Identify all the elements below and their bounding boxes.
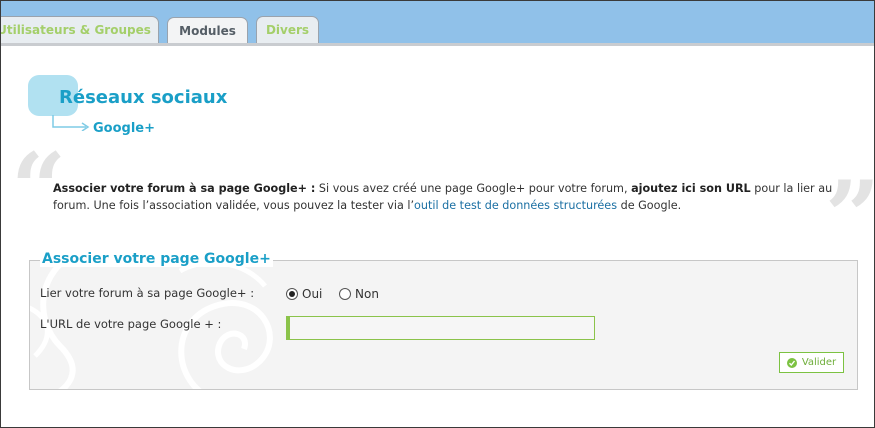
module-description: Associer votre forum à sa page Google+ :… [53,180,853,214]
arrow-right-icon [52,115,90,131]
link-forum-label: Lier votre forum à sa page Google+ : [40,286,255,300]
page-title: Réseaux sociaux [59,87,228,108]
validate-label: Valider [801,357,837,368]
tab-label: Divers [265,23,310,37]
radio-non[interactable]: Non [339,286,379,301]
tab-label: Utilisateurs & Groupes [0,23,151,37]
tab-bar-divider [1,43,874,46]
page-subtitle: Google+ [93,121,156,136]
tab-divers[interactable]: Divers [256,16,319,44]
tab-utilisateurs-groupes[interactable]: Utilisateurs & Groupes [0,16,159,44]
fieldset-legend: Associer votre page Google+ [40,251,273,267]
description-text: Si vous avez créé une page Google+ pour … [315,182,632,195]
radio-oui[interactable]: Oui [286,286,322,301]
radio-non-label: Non [355,286,379,301]
check-icon [786,357,797,368]
radio-oui-label: Oui [302,286,323,301]
structured-data-tool-link[interactable]: outil de test de données structurées [414,199,617,212]
radio-oui-circle[interactable] [286,287,298,300]
tab-label: Modules [179,24,236,38]
description-action: ajoutez ici son URL [631,182,751,195]
google-plus-url-input[interactable] [286,316,595,340]
validate-button[interactable]: Valider [779,352,844,373]
admin-panel: Utilisateurs & Groupes Modules Divers Ré… [0,0,875,428]
radio-non-circle[interactable] [339,287,351,300]
tab-bar: Utilisateurs & Groupes Modules Divers [0,1,874,46]
tab-modules[interactable]: Modules [167,17,248,46]
url-label: L'URL de votre page Google + : [40,317,222,331]
description-intro: Associer votre forum à sa page Google+ : [53,182,316,195]
description-text: de Google. [617,199,682,212]
